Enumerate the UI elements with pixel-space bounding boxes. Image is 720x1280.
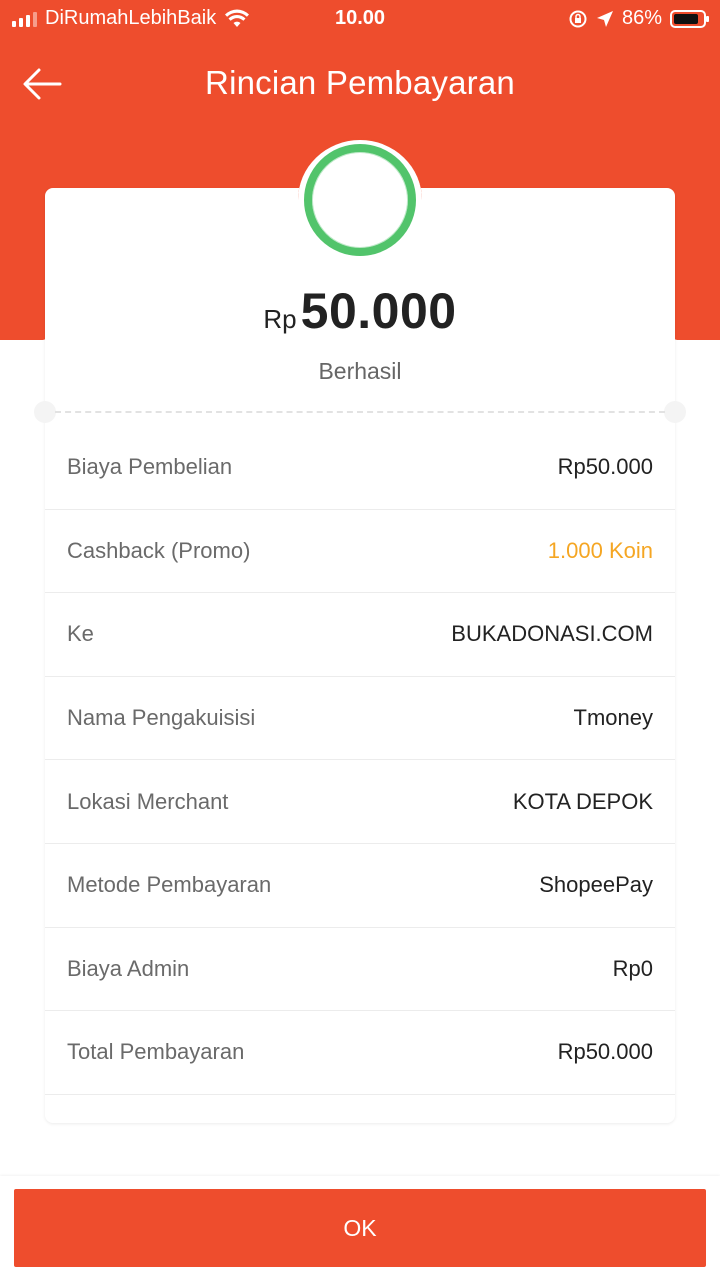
status-right: 86%	[568, 7, 709, 30]
detail-label: Lokasi Merchant	[67, 788, 229, 814]
detail-label: Cashback (Promo)	[67, 537, 251, 563]
detail-row-metode-pembayaran: Metode Pembayaran ShopeePay	[45, 844, 675, 928]
detail-label: Total Pembayaran	[67, 1039, 245, 1065]
detail-row-ke: Ke BUKADONASI.COM	[45, 593, 675, 677]
detail-row-biaya-pembelian: Biaya Pembelian Rp50.000	[45, 426, 675, 510]
card-notch-left	[34, 401, 56, 423]
detail-row-pengakuisisi: Nama Pengakuisisi Tmoney	[45, 677, 675, 761]
dashed-divider	[55, 411, 665, 413]
detail-label: Nama Pengakuisisi	[67, 705, 256, 731]
detail-value: Rp50.000	[557, 1039, 653, 1065]
detail-row-biaya-admin: Biaya Admin Rp0	[45, 928, 675, 1012]
success-circle-icon	[304, 144, 416, 256]
rotation-lock-icon	[569, 10, 587, 27]
page-title: Rincian Pembayaran	[205, 64, 515, 101]
battery-percent: 86%	[621, 7, 662, 29]
location-arrow-icon	[596, 10, 613, 27]
detail-row-cashback: Cashback (Promo) 1.000 Koin	[45, 510, 675, 594]
detail-list: Biaya Pembelian Rp50.000 Cashback (Promo…	[45, 426, 675, 1095]
detail-value: KOTA DEPOK	[512, 788, 653, 814]
detail-label: Biaya Admin	[67, 955, 190, 981]
status-bar: DiRumahLebihBaik 10.00 86%	[0, 0, 720, 38]
detail-row-lokasi-merchant: Lokasi Merchant KOTA DEPOK	[45, 760, 675, 844]
detail-label: Biaya Pembelian	[67, 454, 233, 480]
card-notch-right	[664, 401, 686, 423]
detail-value: Rp0	[612, 955, 653, 981]
battery-icon	[670, 9, 709, 28]
detail-value: BUKADONASI.COM	[451, 621, 653, 647]
detail-row-total-pembayaran: Total Pembayaran Rp50.000	[45, 1011, 675, 1095]
detail-label: Ke	[67, 621, 94, 647]
battery-level	[674, 13, 699, 24]
detail-value: Tmoney	[573, 705, 653, 731]
detail-value: Rp50.000	[557, 454, 653, 480]
ok-button[interactable]: OK	[14, 1189, 706, 1267]
payment-detail-screen: DiRumahLebihBaik 10.00 86% Rincian Pemba…	[0, 0, 720, 1280]
amount-currency: Rp	[263, 304, 297, 334]
cashback-coin-value: 1.000 Koin	[547, 537, 653, 563]
payment-amount: Rp50.000	[0, 282, 720, 340]
amount-value: 50.000	[300, 283, 457, 339]
detail-value: ShopeePay	[539, 872, 653, 898]
detail-label: Metode Pembayaran	[67, 872, 272, 898]
payment-status: Berhasil	[318, 358, 402, 384]
